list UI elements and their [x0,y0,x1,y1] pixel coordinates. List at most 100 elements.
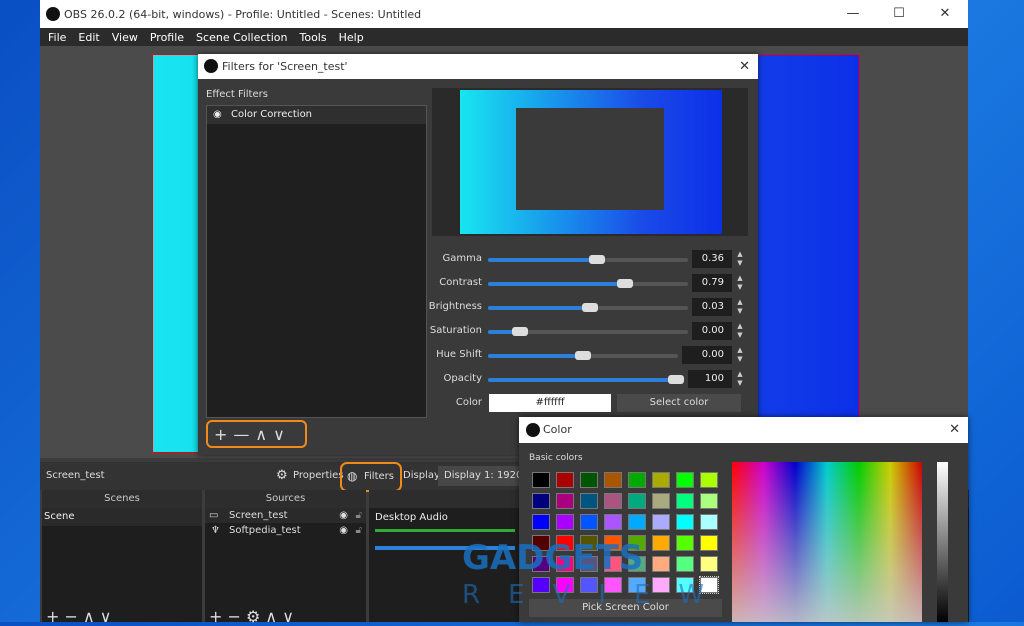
color-swatch[interactable] [556,472,574,488]
spin-arrows-icon[interactable]: ▲ ▼ [734,370,746,388]
param-value: 100 [704,373,724,384]
slider-handle[interactable] [511,327,528,336]
source-toolbar-buttons[interactable]: + − ⚙ ∧ ∨ [209,607,294,626]
param-slider[interactable] [488,255,688,264]
color-swatch[interactable] [652,514,670,530]
color-swatch[interactable] [652,535,670,551]
menu-profile[interactable]: Profile [150,31,184,44]
slider-fill [488,354,584,358]
lock-icon[interactable]: 🔓︎ [356,508,362,523]
filter-item[interactable]: ◉ Color Correction [207,106,426,124]
display-select[interactable]: Display 1: 1920x1 [438,466,528,486]
color-swatch[interactable] [628,472,646,488]
scene-toolbar[interactable]: + − ∧ ∨ [46,607,112,626]
color-swatch[interactable] [652,556,670,572]
maximize-button[interactable]: ☐ [876,0,922,28]
color-swatch[interactable] [556,493,574,509]
spin-arrows-icon[interactable]: ▲ ▼ [734,250,746,268]
spin-arrows-icon[interactable]: ▲ ▼ [734,298,746,316]
slider-handle[interactable] [581,303,598,312]
color-swatch[interactable] [532,514,550,530]
scene-item[interactable]: Scene [42,508,202,526]
eye-icon[interactable]: ◉ [213,106,222,124]
color-swatch[interactable] [652,472,670,488]
menu-scene-collection[interactable]: Scene Collection [196,31,287,44]
color-swatch[interactable] [604,514,622,530]
color-swatch[interactable] [628,514,646,530]
color-value-field[interactable]: #ffffff [489,394,611,412]
filters-button-label: Filters [364,471,394,482]
color-swatch[interactable] [532,472,550,488]
param-slider[interactable] [488,375,684,384]
spin-arrows-icon[interactable]: ▲ ▼ [734,274,746,292]
color-swatch[interactable] [676,472,694,488]
source-name: Softpedia_test [229,525,301,536]
color-swatch[interactable] [604,493,622,509]
color-swatch[interactable] [580,493,598,509]
filters-button[interactable]: ◍ Filters [340,462,402,492]
color-swatch[interactable] [676,493,694,509]
param-slider[interactable] [488,351,678,360]
source-item[interactable]: ▭ Screen_test ◉ 🔓︎ [205,508,366,523]
select-color-button[interactable]: Select color [617,394,741,412]
color-swatch[interactable] [604,472,622,488]
close-button[interactable]: ✕ [949,417,960,443]
lock-icon[interactable]: 🔓︎ [356,523,362,538]
color-swatch[interactable] [676,514,694,530]
param-label: Opacity [443,373,482,384]
luminance-slider[interactable] [937,462,948,622]
add-filter-button[interactable]: + [214,425,227,444]
param-spinbox[interactable]: 0.03 [692,298,732,316]
color-swatch[interactable] [700,472,718,488]
menu-help[interactable]: Help [339,31,364,44]
color-swatch[interactable] [580,472,598,488]
color-spectrum[interactable] [732,462,922,622]
color-swatch[interactable] [652,493,670,509]
color-swatch[interactable] [700,493,718,509]
color-swatch[interactable] [532,493,550,509]
eye-icon[interactable]: ◉ [339,523,348,538]
param-slider[interactable] [488,279,688,288]
close-button[interactable]: ✕ [739,54,750,79]
spin-arrows-icon[interactable]: ▲ ▼ [734,322,746,340]
param-spinbox[interactable]: 0.79 [692,274,732,292]
minimize-button[interactable]: — [830,0,876,28]
color-swatch[interactable] [628,493,646,509]
param-label: Brightness [428,301,482,312]
color-swatch[interactable] [556,514,574,530]
color-swatch[interactable] [700,535,718,551]
param-spinbox[interactable]: 100 [688,370,732,388]
spin-arrows-icon[interactable]: ▲ ▼ [734,346,746,364]
slider-handle[interactable] [575,351,591,360]
close-button[interactable]: ✕ [922,0,968,28]
move-down-button[interactable]: ∨ [273,425,285,444]
param-spinbox[interactable]: 0.36 [692,250,732,268]
color-swatch[interactable] [676,556,694,572]
param-value: 0.00 [701,325,724,336]
slider-handle[interactable] [668,375,684,384]
color-swatch[interactable] [700,556,718,572]
param-spinbox[interactable]: 0.00 [682,346,732,364]
param-slider[interactable] [488,327,688,336]
slider-handle[interactable] [589,255,606,264]
filters-dialog-title-bar: Filters for 'Screen_test' ✕ [198,54,758,79]
filters-dialog: Filters for 'Screen_test' ✕ Effect Filte… [198,54,758,455]
menu-view[interactable]: View [112,31,138,44]
eye-icon[interactable]: ◉ [339,508,348,523]
param-spinbox[interactable]: 0.00 [692,322,732,340]
preview-screenshot [460,90,722,234]
remove-filter-button[interactable]: — [233,425,249,444]
param-row-contrast: Contrast 0.79 ▲ ▼ [432,274,752,294]
param-slider[interactable] [488,303,688,312]
color-swatch[interactable] [580,514,598,530]
slider-handle[interactable] [616,279,633,288]
color-swatch[interactable] [676,535,694,551]
menu-file[interactable]: File [48,31,66,44]
color-swatch[interactable] [700,514,718,530]
properties-button[interactable]: Properties [293,470,344,481]
menu-edit[interactable]: Edit [78,31,99,44]
source-item[interactable]: ♆ Softpedia_test ◉ 🔓︎ [205,523,366,538]
slider-fill [488,378,678,382]
menu-tools[interactable]: Tools [300,31,327,44]
move-up-button[interactable]: ∧ [255,425,267,444]
